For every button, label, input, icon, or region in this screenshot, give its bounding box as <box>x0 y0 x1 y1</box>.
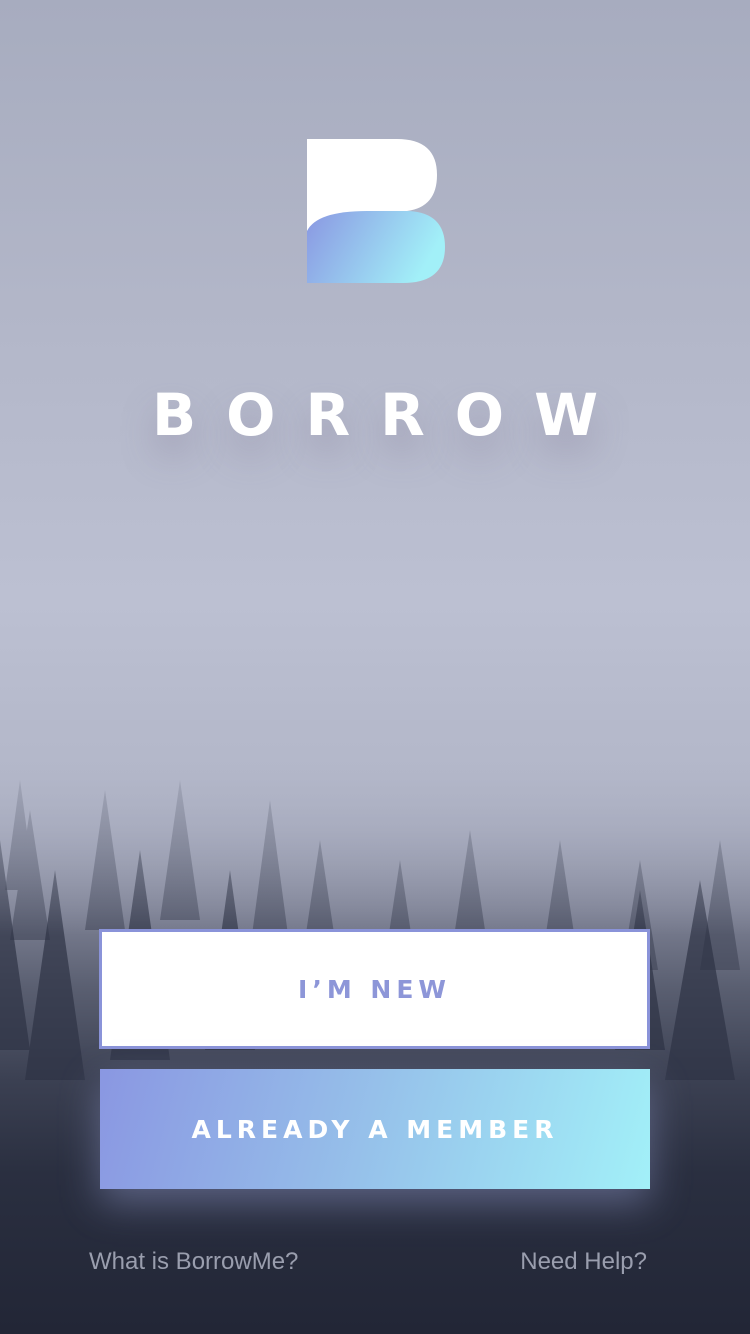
brand-title: BORROW <box>151 381 629 449</box>
need-help-link[interactable]: Need Help? <box>520 1246 647 1278</box>
borrow-logo-icon <box>307 139 445 283</box>
already-member-button-label: ALREADY A MEMBER <box>191 1114 559 1144</box>
what-is-borrowme-link[interactable]: What is BorrowMe? <box>89 1246 298 1278</box>
already-member-button[interactable]: ALREADY A MEMBER <box>100 1069 650 1189</box>
im-new-button[interactable]: I’M NEW <box>99 929 650 1049</box>
im-new-button-label: I’M NEW <box>298 974 451 1004</box>
